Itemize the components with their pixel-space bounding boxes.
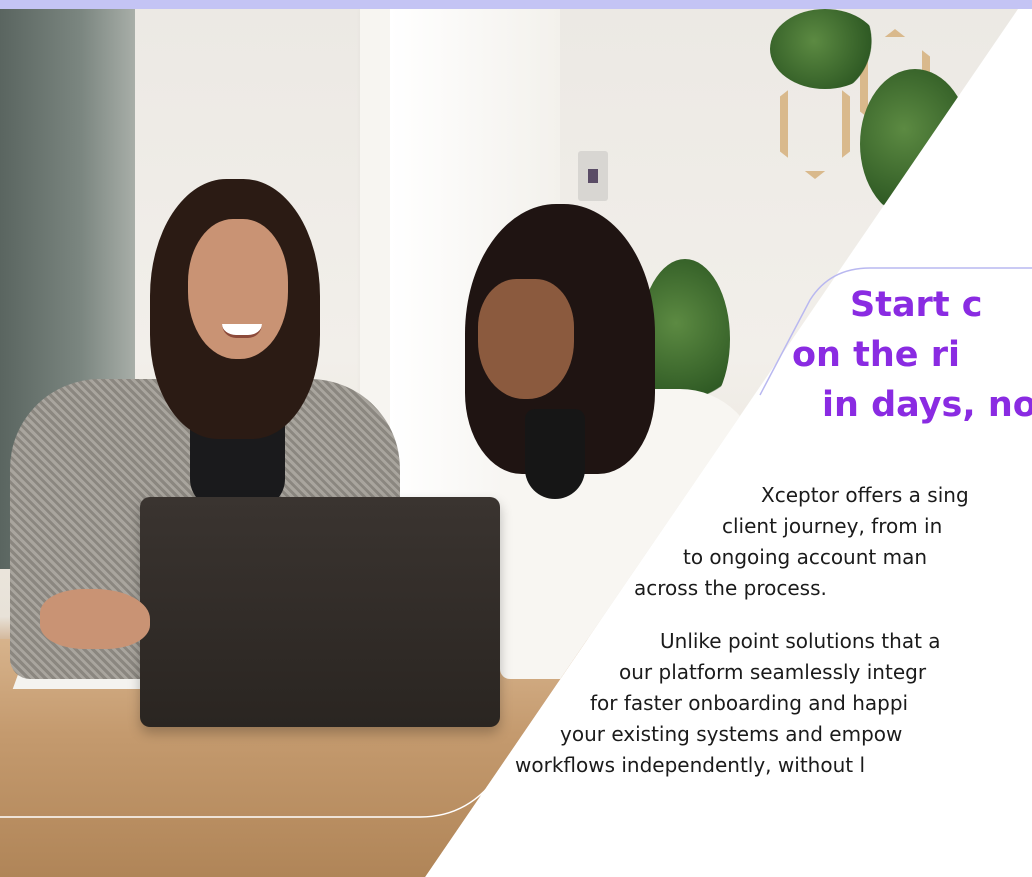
photo-person-face <box>188 219 288 359</box>
paragraph-line: client journey, from in <box>722 514 943 538</box>
paragraph-intro: Xceptor offers a sing client journey, fr… <box>512 480 1032 604</box>
section-body: Xceptor offers a sing client journey, fr… <box>512 480 1032 781</box>
headline-line: Start c <box>850 285 983 325</box>
paragraph-line: Xceptor offers a sing <box>761 483 969 507</box>
paragraph-line: your existing systems and empow <box>560 722 903 746</box>
photo-laptop <box>140 497 500 727</box>
paragraph-line: Unlike point solutions that a <box>660 629 941 653</box>
photo-person2-face <box>478 279 574 399</box>
photo-plant <box>860 69 970 219</box>
photo-plant <box>770 9 880 89</box>
headline-line: in days, no <box>822 385 1032 425</box>
section-headline: Start c on the ri in days, no <box>612 280 1032 430</box>
paragraph-line: for faster onboarding and happi <box>590 691 909 715</box>
paragraph-line: to ongoing account man <box>683 545 928 569</box>
photo-light-switch <box>578 151 608 201</box>
top-accent-bar <box>0 0 1032 9</box>
paragraph-line: workflows independently, without l <box>515 753 865 777</box>
paragraph-line: our platform seamlessly integr <box>619 660 927 684</box>
paragraph-line: across the process. <box>634 576 827 600</box>
paragraph-detail: Unlike point solutions that a our platfo… <box>512 626 1032 781</box>
headline-line: on the ri <box>792 335 960 375</box>
photo-hand <box>40 589 150 649</box>
